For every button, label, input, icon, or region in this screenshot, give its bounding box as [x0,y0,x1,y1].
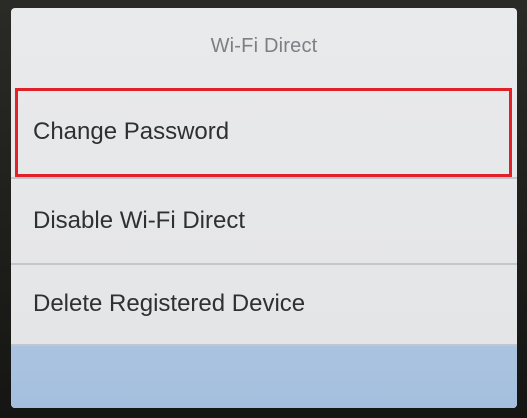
footer-bar [11,346,517,408]
menu-item-change-password[interactable]: Change Password [11,85,517,178]
lcd-screen: Wi-Fi Direct Change Password Disable Wi-… [11,8,517,408]
menu-item-disable-wifi-direct[interactable]: Disable Wi-Fi Direct [11,178,517,263]
page-title: Wi-Fi Direct [210,35,318,57]
menu-item-label: Disable Wi-Fi Direct [33,206,246,234]
menu-item-label: Delete Registered Device [33,290,306,317]
menu-item-label: Change Password [33,117,230,145]
menu-item-delete-registered-device[interactable]: Delete Registered Device [11,263,517,345]
